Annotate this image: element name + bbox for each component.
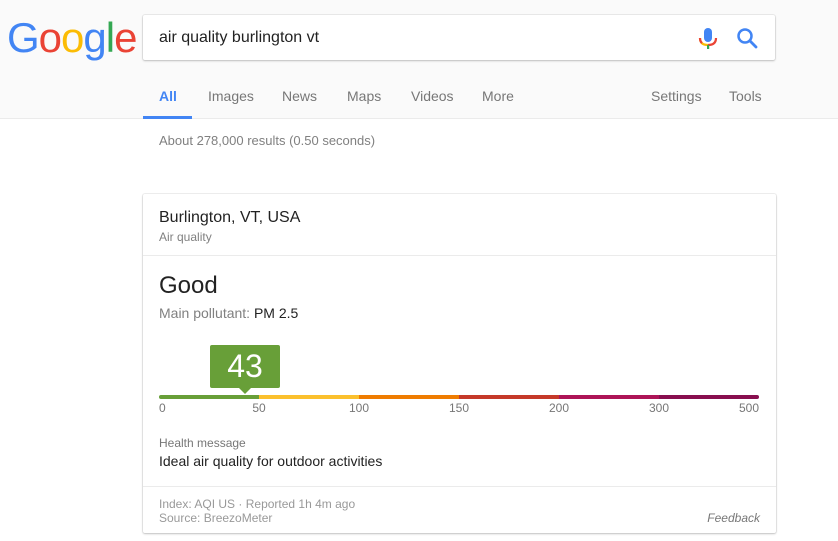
- scale-segment: [559, 395, 659, 399]
- logo-letter: l: [105, 14, 115, 61]
- source-label: Source: BreezoMeter: [159, 511, 273, 525]
- health-message-label: Health message: [159, 436, 246, 450]
- google-logo[interactable]: Google: [7, 14, 137, 62]
- aqi-value-bubble: 43: [210, 345, 280, 388]
- scale-segment: [659, 395, 759, 399]
- logo-letter: o: [38, 14, 62, 61]
- logo-letter: e: [114, 14, 137, 61]
- reported-time: Reported 1h 4m ago: [245, 497, 356, 511]
- logo-letter: G: [7, 14, 40, 61]
- search-tabs: All Images News Maps Videos More Setting…: [0, 80, 838, 119]
- search-box: [143, 15, 775, 60]
- logo-letter: o: [61, 14, 84, 61]
- health-message: Ideal air quality for outdoor activities: [159, 453, 383, 469]
- aqi-pointer: [239, 388, 251, 394]
- scale-tick-label: 500: [738, 401, 759, 415]
- settings-link[interactable]: Settings: [651, 88, 702, 104]
- aqi-gauge: 43 0 50 100 150 200 300 500: [159, 344, 759, 415]
- scale-segment: [359, 395, 459, 399]
- separator: ·: [238, 497, 243, 511]
- scale-segment: [259, 395, 359, 399]
- air-quality-card: Burlington, VT, USA Air quality Good Mai…: [143, 194, 776, 533]
- tab-videos[interactable]: Videos: [411, 88, 454, 104]
- index-reported: Index: AQI US · Reported 1h 4m ago: [159, 497, 355, 511]
- tab-news[interactable]: News: [282, 88, 317, 104]
- feedback-link[interactable]: Feedback: [707, 511, 760, 525]
- active-tab-indicator: [143, 116, 192, 119]
- scale-tick-label: 0: [159, 401, 166, 415]
- tab-all[interactable]: All: [159, 88, 177, 104]
- result-stats: About 278,000 results (0.50 seconds): [159, 133, 376, 148]
- scale-segment: [459, 395, 559, 399]
- microphone-icon[interactable]: [697, 26, 719, 50]
- scale-tick-label: 300: [648, 401, 670, 415]
- tools-link[interactable]: Tools: [729, 88, 762, 104]
- pollutant-value: PM 2.5: [253, 305, 299, 321]
- magnifier-icon[interactable]: [735, 26, 759, 50]
- scale-tick-label: 200: [548, 401, 570, 415]
- scale-segment: [159, 395, 259, 399]
- search-header: Google All Images News Maps Videos More …: [0, 0, 838, 119]
- scale-tick-label: 50: [252, 401, 266, 415]
- card-header: Burlington, VT, USA Air quality: [143, 194, 776, 256]
- index-label: Index: AQI US: [159, 497, 236, 511]
- main-pollutant: Main pollutant: PM 2.5: [159, 305, 298, 321]
- tab-more[interactable]: More: [482, 88, 514, 104]
- logo-letter: g: [83, 14, 106, 61]
- pollutant-label: Main pollutant:: [159, 305, 251, 321]
- card-footer: Index: AQI US · Reported 1h 4m ago Sourc…: [143, 486, 776, 533]
- tab-images[interactable]: Images: [208, 88, 254, 104]
- search-input[interactable]: [159, 15, 679, 60]
- tab-maps[interactable]: Maps: [347, 88, 381, 104]
- card-subtitle: Air quality: [159, 230, 212, 244]
- location-title: Burlington, VT, USA: [159, 209, 301, 226]
- aqi-status: Good: [159, 272, 218, 299]
- scale-tick-label: 150: [448, 401, 470, 415]
- scale-tick-label: 100: [348, 401, 370, 415]
